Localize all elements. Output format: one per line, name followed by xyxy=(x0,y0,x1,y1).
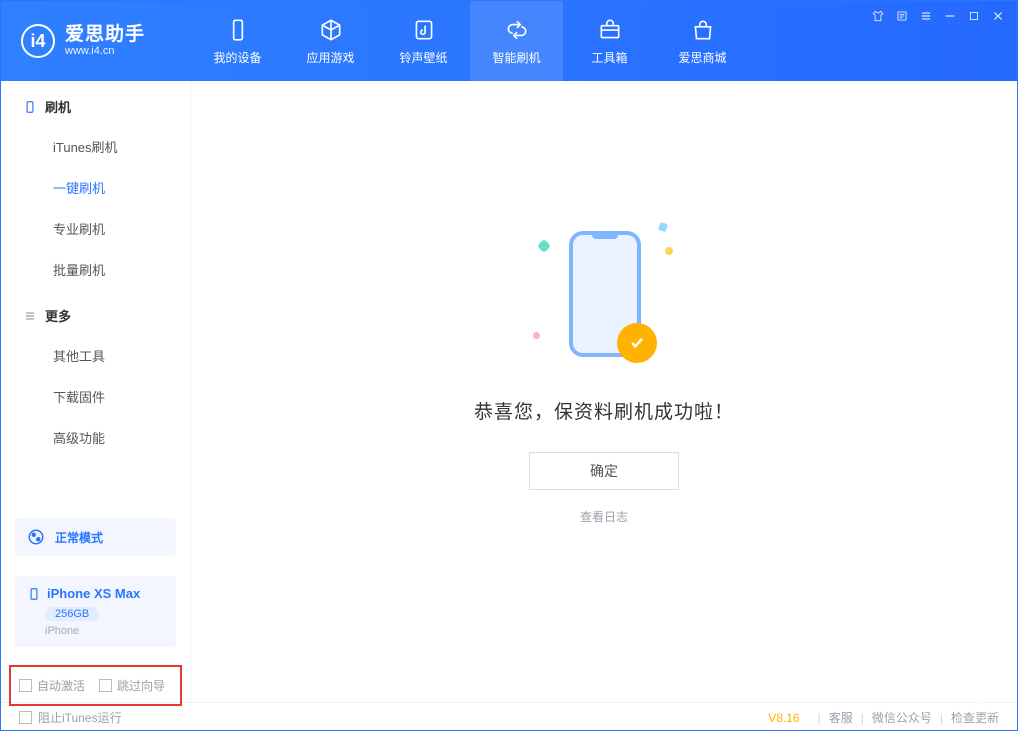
footer-link-service[interactable]: 客服 xyxy=(829,709,853,726)
content: 恭喜您，保资料刷机成功啦！ 确定 查看日志 xyxy=(191,81,1017,702)
checkbox-skip-guide[interactable]: 跳过向导 xyxy=(99,677,165,694)
sidebar-item-advanced[interactable]: 高级功能 xyxy=(1,417,190,458)
nav-toolbox[interactable]: 工具箱 xyxy=(563,1,656,81)
sidebar-item-download-firmware[interactable]: 下载固件 xyxy=(1,376,190,417)
checkbox-label: 跳过向导 xyxy=(117,677,165,694)
window-controls xyxy=(871,1,1017,81)
music-icon xyxy=(411,17,437,43)
mode-label: 正常模式 xyxy=(55,529,103,546)
nav-ringtones[interactable]: 铃声壁纸 xyxy=(377,1,470,81)
refresh-icon xyxy=(504,17,530,43)
nav-flash[interactable]: 智能刷机 xyxy=(470,1,563,81)
main: 刷机 iTunes刷机 一键刷机 专业刷机 批量刷机 更多 其他工具 下载固件 … xyxy=(1,81,1017,702)
app-logo: i4 爱思助手 www.i4.cn xyxy=(1,1,191,81)
shirt-icon[interactable] xyxy=(871,9,885,23)
nav-label: 应用游戏 xyxy=(306,49,354,66)
success-illustration xyxy=(529,219,679,369)
nav-my-device[interactable]: 我的设备 xyxy=(191,1,284,81)
nav-label: 铃声壁纸 xyxy=(399,49,447,66)
checkbox-icon xyxy=(19,711,32,724)
checkbox-label: 自动激活 xyxy=(37,677,85,694)
nav-label: 工具箱 xyxy=(591,49,627,66)
checkbox-block-itunes[interactable]: 阻止iTunes运行 xyxy=(19,709,122,726)
sidebar-item-batch-flash[interactable]: 批量刷机 xyxy=(1,249,190,290)
flash-options: 自动激活 跳过向导 xyxy=(9,665,182,706)
footer: 阻止iTunes运行 V8.16 | 客服 | 微信公众号 | 检查更新 xyxy=(1,702,1017,732)
sidebar-group-label: 刷机 xyxy=(45,97,71,116)
sidebar-item-itunes-flash[interactable]: iTunes刷机 xyxy=(1,126,190,167)
nav-label: 我的设备 xyxy=(213,49,261,66)
mode-icon xyxy=(27,528,45,546)
device-capacity: 256GB xyxy=(45,607,99,621)
success-message: 恭喜您，保资料刷机成功啦！ xyxy=(474,397,734,424)
app-subtitle: www.i4.cn xyxy=(65,45,145,57)
sidebar-group-more: 更多 xyxy=(1,290,190,335)
checkbox-auto-activate[interactable]: 自动激活 xyxy=(19,677,85,694)
device-type: iPhone xyxy=(45,625,164,637)
device-icon xyxy=(225,17,251,43)
cube-icon xyxy=(318,17,344,43)
nav-store[interactable]: 爱思商城 xyxy=(656,1,749,81)
header: i4 爱思助手 www.i4.cn 我的设备 应用游戏 铃声壁纸 智能刷机 工具… xyxy=(1,1,1017,81)
maximize-icon[interactable] xyxy=(967,9,981,23)
close-icon[interactable] xyxy=(991,9,1005,23)
store-icon xyxy=(690,17,716,43)
sidebar-item-pro-flash[interactable]: 专业刷机 xyxy=(1,208,190,249)
check-badge-icon xyxy=(617,323,657,363)
menu-icon[interactable] xyxy=(919,9,933,23)
view-log-link[interactable]: 查看日志 xyxy=(580,508,628,525)
phone-icon xyxy=(23,100,37,114)
nav-apps[interactable]: 应用游戏 xyxy=(284,1,377,81)
sidebar-item-other-tools[interactable]: 其他工具 xyxy=(1,335,190,376)
more-icon xyxy=(23,309,37,323)
checkbox-label: 阻止iTunes运行 xyxy=(38,709,122,726)
main-nav: 我的设备 应用游戏 铃声壁纸 智能刷机 工具箱 爱思商城 xyxy=(191,1,749,81)
sidebar-item-one-click-flash[interactable]: 一键刷机 xyxy=(1,167,190,208)
minimize-icon[interactable] xyxy=(943,9,957,23)
sidebar-group-flash: 刷机 xyxy=(1,81,190,126)
mode-indicator[interactable]: 正常模式 xyxy=(15,518,176,556)
logo-icon: i4 xyxy=(21,24,55,58)
nav-label: 智能刷机 xyxy=(492,49,540,66)
nav-label: 爱思商城 xyxy=(678,49,726,66)
toolbox-icon xyxy=(597,17,623,43)
device-name: iPhone XS Max xyxy=(47,586,140,601)
ok-button[interactable]: 确定 xyxy=(529,452,679,490)
device-small-icon xyxy=(27,587,41,601)
device-info[interactable]: iPhone XS Max 256GB iPhone xyxy=(15,576,176,647)
list-icon[interactable] xyxy=(895,9,909,23)
checkbox-icon xyxy=(99,679,112,692)
sidebar: 刷机 iTunes刷机 一键刷机 专业刷机 批量刷机 更多 其他工具 下载固件 … xyxy=(1,81,191,702)
sidebar-group-label: 更多 xyxy=(45,306,71,325)
checkbox-icon xyxy=(19,679,32,692)
app-title: 爱思助手 xyxy=(65,25,145,46)
version-label: V8.16 xyxy=(768,711,799,725)
